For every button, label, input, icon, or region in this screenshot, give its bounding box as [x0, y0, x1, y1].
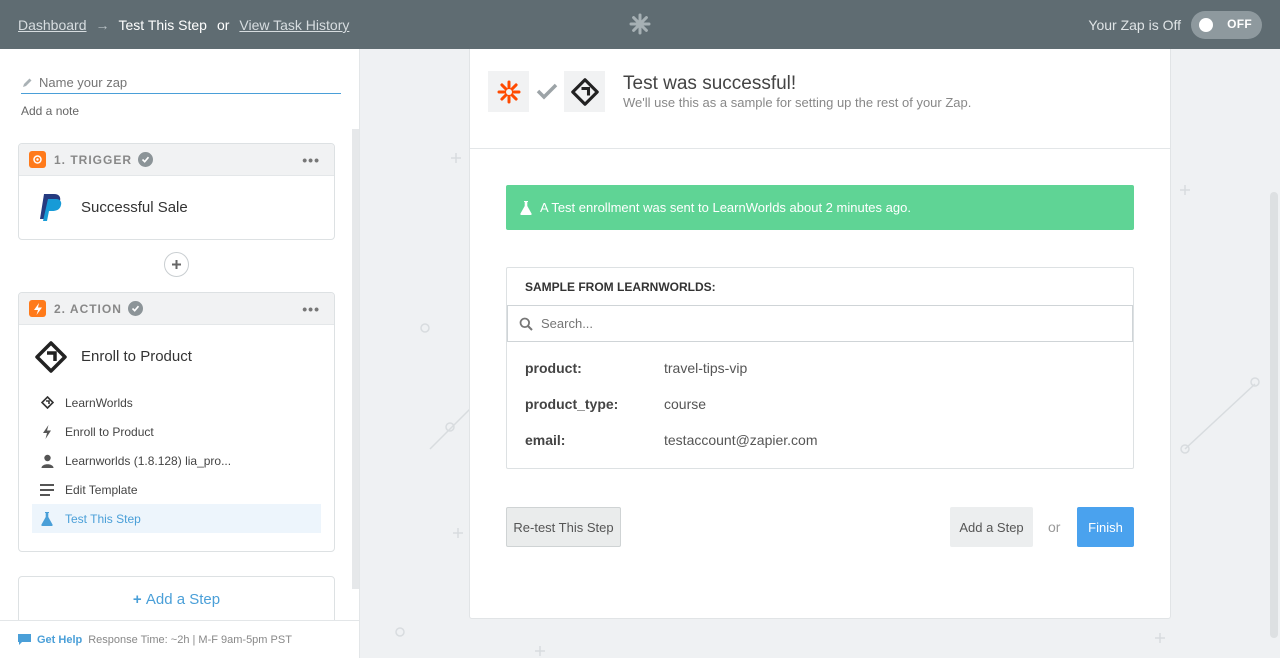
check-circle-icon — [127, 301, 143, 316]
help-bar: Get Help Response Time: ~2h | M-F 9am-5p… — [0, 620, 359, 658]
action-app[interactable]: Enroll to Product — [19, 325, 334, 388]
field-value: travel-tips-vip — [664, 360, 748, 376]
action-app-title: Enroll to Product — [81, 348, 192, 365]
learnworlds-tile — [564, 71, 605, 112]
lines-icon — [40, 483, 54, 497]
field-value: course — [664, 396, 707, 412]
bolt-icon — [40, 424, 54, 439]
step-item-label: Test This Step — [65, 511, 141, 526]
success-message: A Test enrollment was sent to LearnWorld… — [540, 200, 911, 215]
zap-name-input[interactable] — [39, 75, 329, 90]
toggle-knob — [1199, 18, 1213, 32]
sample-title: SAMPLE FROM LEARNWORLDS: — [525, 279, 716, 294]
check-circle-icon — [138, 152, 154, 167]
panel-title: Test was successful! — [623, 73, 797, 94]
sample-row: email: testaccount@zapier.com — [507, 422, 1133, 458]
step-item-app[interactable]: LearnWorlds — [32, 388, 321, 417]
trigger-icon — [29, 151, 46, 168]
add-note-link[interactable]: Add a note — [21, 104, 79, 118]
action-card[interactable]: 2. ACTION ••• Enroll to Product LearnWor… — [18, 292, 335, 552]
breadcrumb-dashboard-link[interactable]: Dashboard — [18, 17, 87, 33]
trigger-header-label: 1. TRIGGER — [54, 152, 133, 167]
test-result-panel: Test was successful! We'll use this as a… — [469, 49, 1171, 619]
sidebar: Add a note 1. TRIGGER ••• Successful Sal… — [0, 49, 360, 658]
trigger-card[interactable]: 1. TRIGGER ••• Successful Sale — [18, 143, 335, 240]
sidebar-scrollbar[interactable] — [352, 129, 359, 589]
learnworlds-icon — [570, 77, 599, 106]
trigger-menu-icon[interactable]: ••• — [302, 152, 320, 168]
trigger-app-title: Successful Sale — [81, 198, 188, 216]
zapier-logo-icon[interactable] — [628, 12, 652, 36]
main-scrollbar[interactable] — [1270, 192, 1278, 638]
insert-step-button[interactable] — [164, 252, 189, 277]
step-item-test[interactable]: Test This Step — [32, 504, 321, 533]
breadcrumb-arrow: → — [95, 17, 110, 33]
chat-icon — [18, 634, 31, 645]
zapier-logo-icon — [497, 80, 520, 103]
task-history-link[interactable]: View Task History — [239, 17, 349, 33]
user-icon — [40, 454, 54, 468]
paypal-icon — [40, 194, 62, 221]
action-icon — [29, 300, 46, 317]
field-key: product_type: — [525, 396, 619, 412]
pencil-icon — [23, 78, 32, 87]
success-alert: A Test enrollment was sent to LearnWorld… — [506, 185, 1134, 230]
step-item-action[interactable]: Enroll to Product — [32, 417, 321, 446]
add-step-label: Add a Step — [145, 591, 221, 608]
sample-box: SAMPLE FROM LEARNWORLDS: product: travel… — [506, 267, 1134, 469]
zap-name-field-wrap — [21, 72, 341, 94]
step-item-account[interactable]: Learnworlds (1.8.128) lia_pro... — [32, 446, 321, 475]
check-icon — [536, 83, 558, 100]
top-bar: Dashboard → Test This Step or View Task … — [0, 0, 1280, 49]
action-header-label: 2. ACTION — [54, 301, 122, 316]
learnworlds-icon — [40, 396, 54, 410]
breadcrumb: Dashboard → Test This Step or View Task … — [18, 17, 349, 33]
field-key: product: — [525, 360, 582, 376]
toggle-label: OFF — [1227, 17, 1252, 31]
learnworlds-icon — [35, 340, 67, 373]
action-card-header[interactable]: 2. ACTION ••• — [19, 293, 334, 325]
panel-header: Test was successful! We'll use this as a… — [470, 49, 1170, 149]
action-steps-list: LearnWorlds Enroll to Product Learnworld… — [19, 388, 334, 546]
field-value: testaccount@zapier.com — [664, 432, 818, 448]
sample-row: product_type: course — [507, 386, 1133, 422]
zap-status-text: Your Zap is Off — [1088, 17, 1181, 33]
plus-icon — [172, 260, 181, 269]
sample-fields: product: travel-tips-vip product_type: c… — [507, 342, 1133, 458]
zap-status: Your Zap is Off OFF — [1088, 11, 1262, 39]
plus-icon: + — [132, 591, 146, 608]
zapier-tile — [488, 71, 529, 112]
step-item-label: Learnworlds (1.8.128) lia_pro... — [65, 453, 232, 468]
trigger-card-header[interactable]: 1. TRIGGER ••• — [19, 144, 334, 176]
zap-toggle[interactable]: OFF — [1191, 11, 1262, 39]
field-key: email: — [525, 432, 566, 448]
step-item-label: Enroll to Product — [65, 424, 154, 439]
finish-button[interactable]: Finish — [1077, 507, 1134, 547]
breadcrumb-current: Test This Step — [118, 17, 207, 33]
flask-icon — [40, 511, 54, 526]
retest-button[interactable]: Re-test This Step — [506, 507, 621, 547]
step-item-label: Edit Template — [65, 482, 138, 497]
or-text: or — [1048, 519, 1061, 535]
add-step-button[interactable]: Add a Step — [950, 507, 1033, 547]
search-icon — [519, 317, 533, 331]
sample-row: product: travel-tips-vip — [507, 350, 1133, 386]
sample-search — [507, 305, 1133, 342]
response-time: Response Time: ~2h | M-F 9am-5pm PST — [88, 633, 292, 646]
breadcrumb-or: or — [216, 17, 230, 33]
panel-subtitle: We'll use this as a sample for setting u… — [623, 95, 972, 110]
step-item-template[interactable]: Edit Template — [32, 475, 321, 504]
action-menu-icon[interactable]: ••• — [302, 301, 320, 317]
flask-icon — [520, 200, 532, 215]
search-input[interactable] — [541, 316, 1101, 331]
trigger-app[interactable]: Successful Sale — [19, 176, 334, 238]
step-item-label: LearnWorlds — [65, 395, 133, 410]
get-help-link[interactable]: Get Help — [37, 634, 82, 646]
